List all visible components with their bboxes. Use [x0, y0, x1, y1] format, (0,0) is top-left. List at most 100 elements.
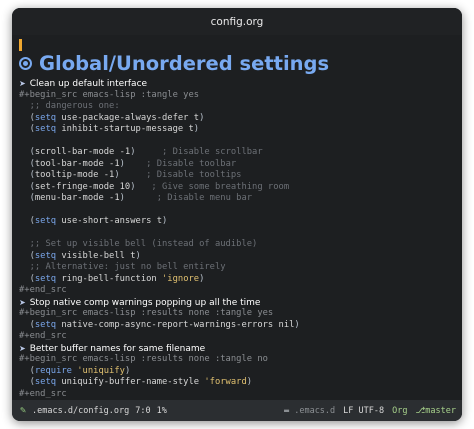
code-token: ; Disable tooltips	[119, 170, 242, 180]
org-heading[interactable]: Global/Unordered settings	[19, 52, 329, 75]
org-subheading-title: Stop native comp warnings popping up all…	[29, 297, 261, 308]
code-token: scroll-bar-mode -1	[34, 147, 131, 157]
code-line[interactable]: (setq use-package-always-defer t)	[19, 113, 458, 125]
modeline-branch-name: master	[425, 405, 456, 416]
code-token: )	[193, 124, 200, 134]
code-line[interactable]: (tool-bar-mode -1) ; Disable toolbar	[19, 159, 458, 171]
code-token: (	[19, 193, 35, 203]
code-token: ;; dangerous one:	[19, 101, 120, 111]
code-line[interactable]: ;; Set up visible bell (instead of audib…	[19, 239, 458, 251]
code-token: set-fringe-mode 10	[34, 181, 131, 192]
code-token: setq	[34, 377, 57, 387]
code-token: native-comp-async-report-warnings-errors…	[56, 319, 295, 330]
code-token: (	[19, 273, 35, 284]
code-token: uniquify-buffer-name-style	[56, 377, 205, 387]
arrow-right-icon: ➤	[19, 297, 26, 307]
modeline-mode[interactable]: Org	[392, 406, 407, 416]
org-content[interactable]: ➤ Clean up default interface #+begin_src e…	[19, 78, 458, 400]
modeline-project[interactable]: ▬ .emacs.d	[284, 406, 335, 416]
code-token: (	[19, 216, 35, 226]
code-token: )	[135, 250, 141, 261]
modeline-filename[interactable]: .emacs.d/config.org	[32, 406, 129, 416]
code-token: (	[19, 170, 35, 180]
code-token: (	[19, 147, 35, 157]
code-line[interactable]: (menu-bar-mode -1) ; Disable menu bar	[19, 193, 458, 205]
code-token: (	[19, 181, 35, 192]
code-token: ;; Set up visible bell (instead of audib…	[19, 239, 258, 249]
code-token: setq	[34, 250, 57, 261]
org-subheading[interactable]: ➤ Clean up default interface	[19, 78, 458, 90]
code-token: tool-bar-mode -1	[34, 158, 120, 169]
code-token: visible-bell t	[56, 250, 136, 261]
edit-file-icon: ✎	[20, 405, 27, 416]
code-token: ;; Alternative: just no bell entirely	[19, 262, 226, 272]
folder-icon: ▬	[283, 405, 290, 416]
org-subheading-title: Clean up default interface	[29, 79, 148, 89]
code-token: use-short-answers t	[56, 216, 163, 226]
modeline-encoding[interactable]: LF UTF-8	[343, 406, 384, 416]
code-token: #+begin_src emacs-lisp :results none :ta…	[19, 354, 268, 364]
code-token: (	[19, 319, 35, 330]
code-token: ring-bell-function	[56, 273, 163, 284]
code-line[interactable]: #+begin_src emacs-lisp :results none :ta…	[19, 308, 458, 320]
editor-area[interactable]: Global/Unordered settings ➤ Clean up defa…	[12, 35, 462, 400]
org-subheading[interactable]: ➤ Better buffer names for same filename	[19, 343, 458, 355]
code-token: setq	[34, 216, 57, 226]
code-token: )	[199, 273, 205, 284]
code-token: ; Disable toolbar	[124, 158, 237, 169]
org-heading-text: Global/Unordered settings	[39, 52, 330, 75]
title-bar: config.org	[12, 8, 462, 35]
code-line[interactable]: #+begin_src emacs-lisp :results none :ta…	[19, 354, 458, 366]
modeline-percent: 1%	[156, 405, 167, 416]
code-token: (	[19, 377, 35, 387]
code-line[interactable]: (tooltip-mode -1) ; Disable tooltips	[19, 170, 458, 182]
arrow-right-icon: ➤	[19, 79, 26, 88]
code-line[interactable]	[19, 136, 458, 148]
code-line[interactable]: (setq uniquify-buffer-name-style 'forwar…	[19, 377, 458, 389]
code-line[interactable]: (set-fringe-mode 10) ; Give some breathi…	[19, 182, 458, 194]
code-token: ; Disable scrollbar	[135, 147, 263, 157]
code-token: setq	[34, 273, 57, 284]
code-line[interactable]: #+end_src	[19, 285, 458, 297]
code-line[interactable]	[19, 205, 458, 217]
code-line[interactable]: #+begin_src emacs-lisp :tangle yes	[19, 90, 458, 102]
modeline-position: 7:0	[135, 405, 151, 416]
text-cursor	[19, 39, 22, 51]
code-token: (	[19, 124, 35, 134]
code-token: (	[19, 112, 35, 123]
code-token: )	[199, 112, 205, 123]
code-token: 'forward	[204, 377, 247, 387]
code-line[interactable]: ;; dangerous one:	[19, 101, 458, 113]
code-line[interactable]: (setq visible-bell t)	[19, 251, 458, 263]
code-token: #+end_src	[19, 388, 67, 399]
code-line[interactable]: #+end_src	[19, 331, 458, 343]
code-token: #+begin_src emacs-lisp :results none :ta…	[19, 308, 274, 318]
code-token: )	[162, 216, 168, 226]
code-token: (	[19, 365, 35, 376]
code-line[interactable]: #+end_src	[19, 389, 458, 401]
code-line[interactable]: (setq inhibit-startup-message t)	[19, 124, 458, 136]
code-token: tooltip-mode -1	[34, 170, 115, 180]
code-token: #+end_src	[19, 285, 67, 295]
code-token: ; Disable menu bar	[124, 193, 253, 203]
code-line[interactable]: (scroll-bar-mode -1) ; Disable scrollbar	[19, 147, 458, 159]
code-line[interactable]: (setq ring-bell-function 'ignore)	[19, 274, 458, 286]
code-token: (	[19, 158, 35, 169]
code-token: use-package-always-defer t	[56, 112, 200, 123]
code-token: 'ignore	[162, 273, 200, 284]
code-token: 'uniquify	[77, 365, 125, 376]
code-line[interactable]: (setq use-short-answers t)	[19, 216, 458, 228]
code-token: )	[294, 319, 300, 330]
window-title: config.org	[210, 15, 264, 28]
code-token: #+begin_src emacs-lisp :tangle yes	[19, 89, 200, 100]
code-token: )	[246, 377, 253, 387]
code-line[interactable]	[19, 228, 458, 240]
org-subheading[interactable]: ➤ Stop native comp warnings popping up al…	[19, 297, 458, 309]
modeline-project-name: .emacs.d	[294, 405, 336, 416]
code-line[interactable]: (setq native-comp-async-report-warnings-…	[19, 320, 458, 332]
code-line[interactable]: ;; Alternative: just no bell entirely	[19, 262, 458, 274]
code-token: inhibit-startup-message t	[56, 124, 194, 134]
code-line[interactable]: (require 'uniquify)	[19, 366, 458, 378]
modeline-branch[interactable]: ⎇master	[415, 406, 456, 416]
arrow-right-icon: ➤	[19, 343, 26, 353]
